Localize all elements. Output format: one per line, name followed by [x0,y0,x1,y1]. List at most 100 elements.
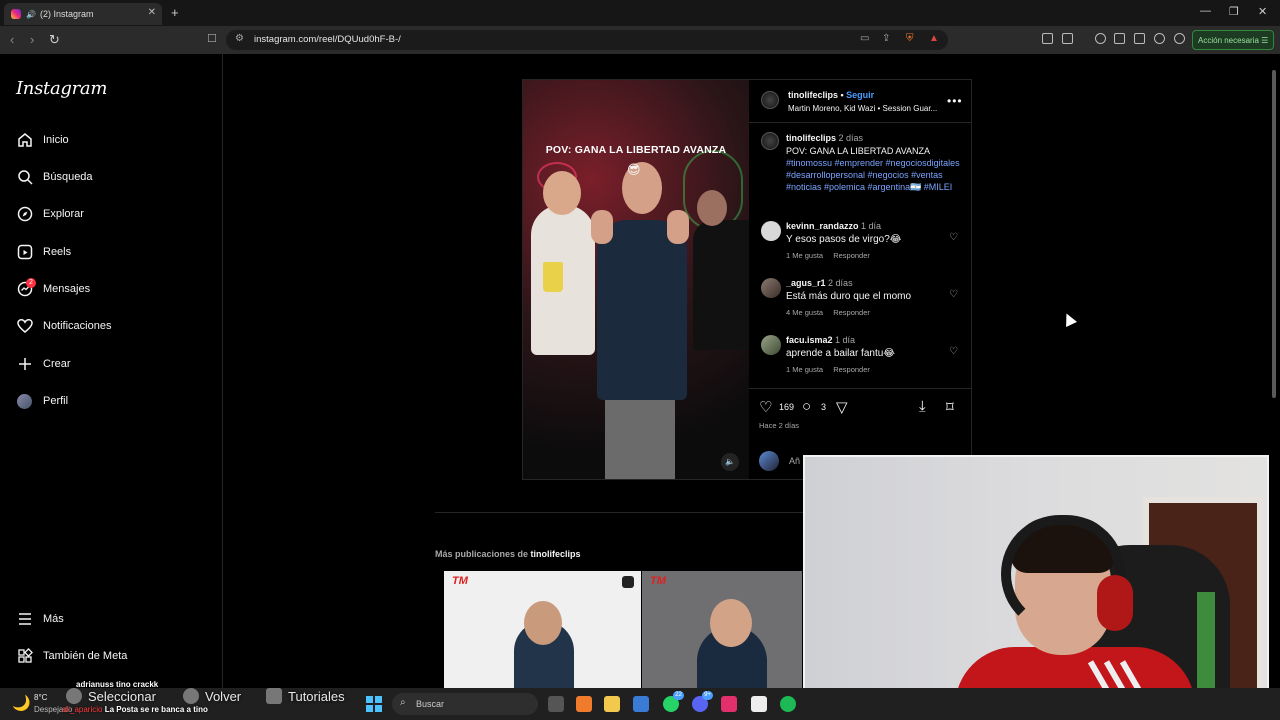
split-view-icon[interactable] [1114,33,1125,44]
mute-button[interactable]: 🔈 [721,453,739,471]
maximize-icon[interactable]: ❐ [1229,5,1239,18]
new-tab-button[interactable]: + [171,5,179,20]
comment-author-name[interactable]: _agus_r1 [786,278,826,288]
comment-time: 1 día [861,221,882,231]
like-icon[interactable]: ♡ [759,398,772,416]
sidebar-item-search[interactable]: Búsqueda [16,165,93,189]
reload-icon[interactable]: ↻ [49,32,60,48]
picture-in-picture-icon[interactable]: ▭ [860,33,869,44]
minimize-icon[interactable]: — [1200,5,1211,17]
speaker-icon[interactable]: 🔊 [26,10,36,19]
sidebar-item-reels[interactable]: Reels [16,240,71,264]
action-needed-button[interactable]: Acción necesaria ☰ [1192,30,1274,50]
post-author-name[interactable]: tinolifeclips [788,90,838,100]
reply-button[interactable]: Responder [833,308,870,317]
music-icon[interactable] [1095,33,1106,44]
reply-button[interactable]: Responder [833,365,870,374]
home-icon [16,132,33,149]
sidebar-item-create[interactable]: Crear [16,352,71,376]
comment-icon[interactable]: ○ [802,398,811,415]
obs-back-control[interactable]: Volver [183,688,241,704]
share-icon[interactable]: ⇪ [882,33,890,44]
obs-select-control[interactable]: Seleccionar [66,688,156,704]
brave-browser-icon[interactable] [576,696,592,712]
back-icon[interactable]: ‹ [10,32,14,47]
browser-chrome: 🔊 (2) Instagram ✕ + — ❐ ✕ ‹ › ↻ ☐ ⚙ inst… [0,0,1280,54]
file-explorer-icon[interactable] [604,696,620,712]
video-person-head [543,171,581,215]
sidebar-toggle-icon[interactable] [1062,33,1073,44]
leo-ai-icon[interactable] [1154,33,1165,44]
tab-bar: 🔊 (2) Instagram ✕ + — ❐ ✕ [0,0,1280,26]
taskbar-search[interactable]: ⌕ Buscar [392,693,538,715]
caption-author-name[interactable]: tinolifeclips [786,133,836,143]
extensions-icon[interactable] [1042,33,1053,44]
sidebar-item-meta[interactable]: También de Meta [16,644,127,668]
reply-button[interactable]: Responder [833,251,870,260]
reel-video[interactable]: POV: GANA LA LIBERTAD AVANZA 😎 🔈 [523,80,749,479]
video-person [531,171,595,355]
instagram-app-icon[interactable] [721,696,737,712]
close-tab-icon[interactable]: ✕ [148,7,156,18]
chat-message: La Posta se re banca a tino [104,705,208,714]
menu-icon [16,611,33,628]
more-options-icon[interactable]: ••• [947,94,963,108]
windows-start-icon[interactable] [366,696,382,712]
sidebar-item-messages[interactable]: 2 Mensajes [16,277,90,301]
download-icon[interactable]: ⤓ [919,398,926,415]
url-text[interactable]: instagram.com/reel/DQUud0hF-B-/ [254,34,401,45]
avatar[interactable] [761,132,779,150]
vpn-icon[interactable] [1174,33,1185,44]
like-count[interactable]: 169 [779,402,794,412]
forward-icon[interactable]: › [30,32,34,47]
bookmark-page-icon[interactable]: ☐ [207,32,217,45]
comment-text: Y esos pasos de virgo?😂 [786,234,902,245]
comment-author-name[interactable]: kevinn_randazzo [786,221,859,231]
scrollbar-thumb[interactable] [1272,70,1276,398]
notion-icon[interactable] [751,696,767,712]
close-window-icon[interactable]: ✕ [1258,5,1267,18]
sidebar-item-more[interactable]: Más [16,607,64,631]
task-view-icon[interactable] [548,696,564,712]
weather-temperature[interactable]: 8°C [34,693,47,702]
post-thumbnail[interactable]: TM [642,571,802,688]
weather-moon-icon[interactable]: 🌙 [12,694,31,712]
avatar[interactable] [761,278,781,298]
sidebar-item-home[interactable]: Inicio [16,128,69,152]
comment-input[interactable]: Añ [789,456,800,466]
more-posts-user[interactable]: tinolifeclips [531,549,581,559]
heart-icon[interactable]: ♡ [949,232,958,243]
tab-title: (2) Instagram [39,9,94,19]
browser-tab[interactable]: 🔊 (2) Instagram ✕ [4,3,162,25]
brave-shield-icon[interactable]: ⛨ [906,33,914,44]
avatar[interactable] [761,221,781,241]
sidebar-item-notifications[interactable]: Notificaciones [16,314,111,338]
comment-likes[interactable]: 4 Me gusta [786,308,823,317]
site-settings-icon[interactable]: ⚙ [235,33,244,44]
post-thumbnail[interactable]: TM [444,571,641,688]
spotify-icon[interactable] [780,696,796,712]
sidebar-item-explore[interactable]: Explorar [16,202,84,226]
comment-author-name[interactable]: facu.isma2 [786,335,833,345]
instagram-logo[interactable]: Instagram [16,78,107,99]
comment-likes[interactable]: 1 Me gusta [786,251,823,260]
avatar[interactable] [761,335,781,355]
heart-icon[interactable]: ♡ [949,289,958,300]
sidebar-item-profile[interactable]: Perfil [16,389,68,413]
address-bar[interactable]: ⚙ instagram.com/reel/DQUud0hF-B-/ ▭ ⇪ ⛨ … [226,30,948,50]
avatar[interactable] [761,91,779,109]
taskbar-search-placeholder: Buscar [416,699,445,709]
heart-icon[interactable]: ♡ [949,346,958,357]
share-icon[interactable]: ▽ [836,398,848,416]
hashtags[interactable]: #tinomossu #emprender #negociosdigitales… [786,157,962,193]
store-icon[interactable] [633,696,649,712]
audio-info[interactable]: Martin Moreno, Kid Wazi • Session Guar..… [788,104,937,113]
video-caption: POV: GANA LA LIBERTAD AVANZA [545,144,727,156]
brave-rewards-icon[interactable]: ▲ [929,33,939,44]
save-icon[interactable]: ⌑ [946,398,954,416]
follow-button[interactable]: Seguir [846,90,874,100]
wallet-icon[interactable] [1134,33,1145,44]
obs-tutorials-control[interactable]: Tutoriales [266,688,345,704]
comment-likes[interactable]: 1 Me gusta [786,365,823,374]
comment-count: 3 [821,402,827,412]
